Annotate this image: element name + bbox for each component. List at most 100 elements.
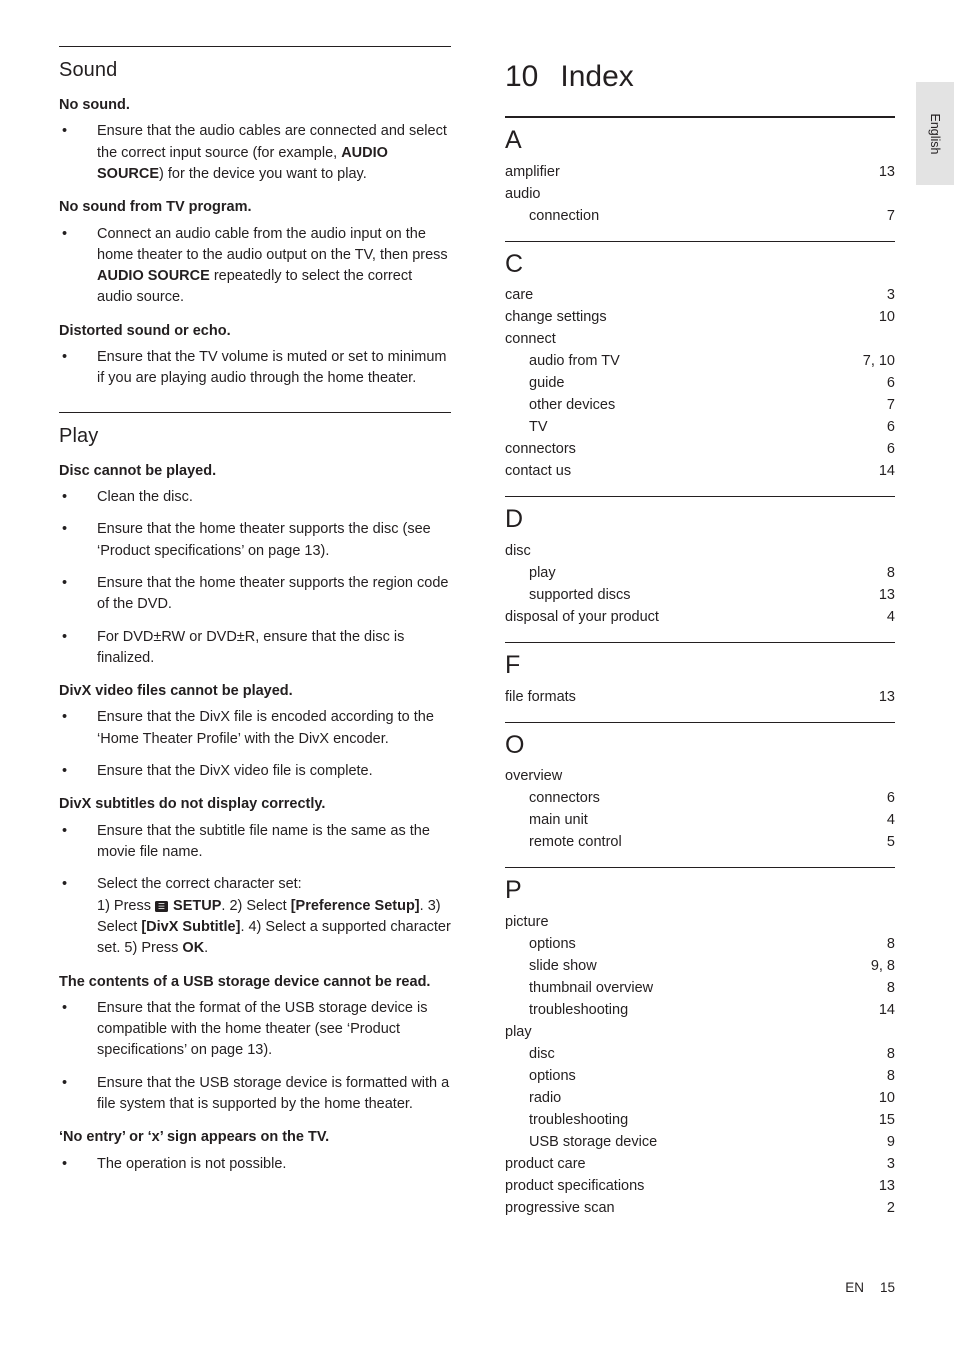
index-entry: product care 3 [505, 1153, 895, 1175]
index-letter-heading: P [505, 876, 522, 905]
index-entry-label: connectors [529, 790, 600, 807]
solution-list: • The operation is not possible. [59, 1154, 451, 1175]
index-letter-heading: A [505, 126, 522, 154]
index-entry-page: 15 [878, 1111, 895, 1128]
index-entry-label: play [505, 1023, 532, 1040]
index-entry-page: 10 [878, 309, 895, 326]
footer-language-code: EN [845, 1280, 864, 1295]
list-item: • Ensure that the subtitle file name is t… [62, 822, 430, 860]
list-item: • Ensure that the USB storage device is f… [62, 1074, 450, 1113]
index-entry: audio from TV 7, 10 [505, 350, 895, 372]
solution-list: • Ensure that the format of the USB stora… [59, 998, 451, 1116]
index-entry-page: 13 [878, 586, 895, 603]
index-entry: connectors 6 [505, 787, 895, 809]
index-entry-page: 7, 10 [862, 353, 895, 370]
list-item: • Ensure that the format of the USB stora… [62, 999, 428, 1059]
index-entry-label: progressive scan [505, 1200, 615, 1217]
index-entry: troubleshooting 15 [505, 1109, 895, 1131]
index-entry-label: amplifier [505, 163, 560, 180]
symptom-heading: The contents of a USB storage device can… [59, 973, 431, 990]
index-entry-page: 13 [878, 1178, 895, 1195]
index-entry: overview [505, 765, 895, 787]
bullet-icon: • [62, 709, 68, 726]
page-footer: EN 15 [505, 1280, 895, 1295]
bullet-icon: • [62, 628, 68, 645]
bullet-icon: • [62, 349, 68, 366]
index-entry-label: TV [529, 419, 548, 436]
list-item: • Ensure that the home theater supports t… [62, 574, 449, 613]
list-item: • Ensure that the home theater supports t… [62, 521, 431, 559]
index-entry-page: 9 [886, 1133, 895, 1150]
index-entry-label: thumbnail overview [529, 979, 654, 996]
solution-list: • Ensure that the TV volume is muted or s… [59, 347, 451, 390]
index-entry: connectors 6 [505, 438, 895, 460]
index-entry: play 8 [505, 562, 895, 584]
index-entry-label: disc [529, 1045, 555, 1062]
list-item: • Ensure that the DivX video file is comp… [59, 761, 451, 782]
index-entry: product specifications 13 [505, 1175, 895, 1197]
index-entry: slide show 9, 8 [505, 955, 895, 977]
list-item: • Ensure that the audio cables are connec… [62, 123, 447, 182]
language-side-tab: English [916, 82, 954, 185]
index-divider-top [505, 116, 895, 118]
solution-list: • Connect an audio cable from the audio i… [59, 224, 451, 309]
index-entry-label: disc [505, 542, 531, 559]
index-entry: other devices 7 [505, 394, 895, 416]
index-entry: remote control 5 [505, 831, 895, 853]
index-entry: file formats 13 [505, 686, 895, 708]
index-entry: progressive scan 2 [505, 1197, 895, 1219]
bullet-icon: • [62, 123, 68, 140]
index-entry-page: 10 [878, 1089, 895, 1106]
index-entry-label: file formats [505, 688, 576, 705]
index-entry-label: product specifications [505, 1178, 645, 1195]
index-entry-page: 2 [886, 1200, 895, 1217]
index-entry-page: 5 [886, 834, 895, 851]
index-letter-heading: F [505, 651, 521, 679]
bullet-icon: • [62, 876, 68, 893]
list-item: • For DVD±RW or DVD±R, ensure that the di… [62, 628, 405, 666]
bullet-icon: • [62, 488, 68, 505]
bullet-icon: • [62, 763, 68, 780]
list-item: • Ensure that the DivX file is encoded ac… [62, 709, 434, 747]
symptom-heading: Disc cannot be played. [59, 462, 217, 479]
index-divider [505, 642, 895, 643]
language-side-tab-label: English [928, 113, 942, 154]
list-item: • Ensure that the TV volume is muted or s… [62, 349, 447, 387]
index-letter-heading: O [505, 730, 525, 759]
index-entry: play [505, 1021, 895, 1043]
index-entry-label: troubleshooting [529, 1001, 629, 1018]
footer-page-number: 15 [879, 1280, 895, 1295]
index-divider [505, 721, 895, 723]
index-entry-label: picture [505, 913, 549, 930]
bullet-icon: • [62, 574, 68, 591]
solution-list: • Ensure that the subtitle file name is t… [59, 821, 451, 960]
index-entry-label: audio [505, 185, 541, 202]
troubleshooting-entry: No sound. • Ensure that the audio cables a… [59, 96, 451, 185]
bullet-icon: • [62, 1074, 68, 1091]
index-entry: audio [505, 183, 895, 205]
index-entry-page: 3 [886, 287, 895, 304]
symptom-heading: DivX subtitles do not display correctly. [59, 796, 326, 813]
chapter-title: Index [560, 60, 634, 93]
index-entry-page: 6 [886, 441, 895, 458]
index-entry-label: connection [529, 207, 600, 224]
index-entry-page: 7 [886, 397, 895, 414]
index-entry-page: 6 [886, 790, 895, 807]
index-entry-label: USB storage device [529, 1133, 658, 1150]
bullet-icon: • [62, 1155, 68, 1172]
index-entry-page: 4 [886, 608, 895, 625]
index-entry-page: 3 [886, 1156, 895, 1172]
index-entry: connection 7 [505, 205, 895, 227]
index-entry-label: troubleshooting [529, 1111, 629, 1128]
list-item: • Select the correct character set: 1) Pre… [62, 876, 451, 957]
index-entry-page: 14 [878, 463, 895, 480]
index-entry: care 3 [505, 284, 895, 306]
index-entry: connect [505, 328, 895, 350]
index-entry-label: contact us [505, 463, 572, 480]
index-entry-page: 8 [886, 935, 895, 952]
index-divider [505, 496, 895, 498]
index-entry-label: change settings [505, 309, 607, 326]
troubleshooting-entry: Disc cannot be played. • Clean the disc. • E… [59, 462, 451, 669]
index-letter-heading: D [505, 505, 524, 534]
index-entry-label: overview [505, 768, 563, 785]
